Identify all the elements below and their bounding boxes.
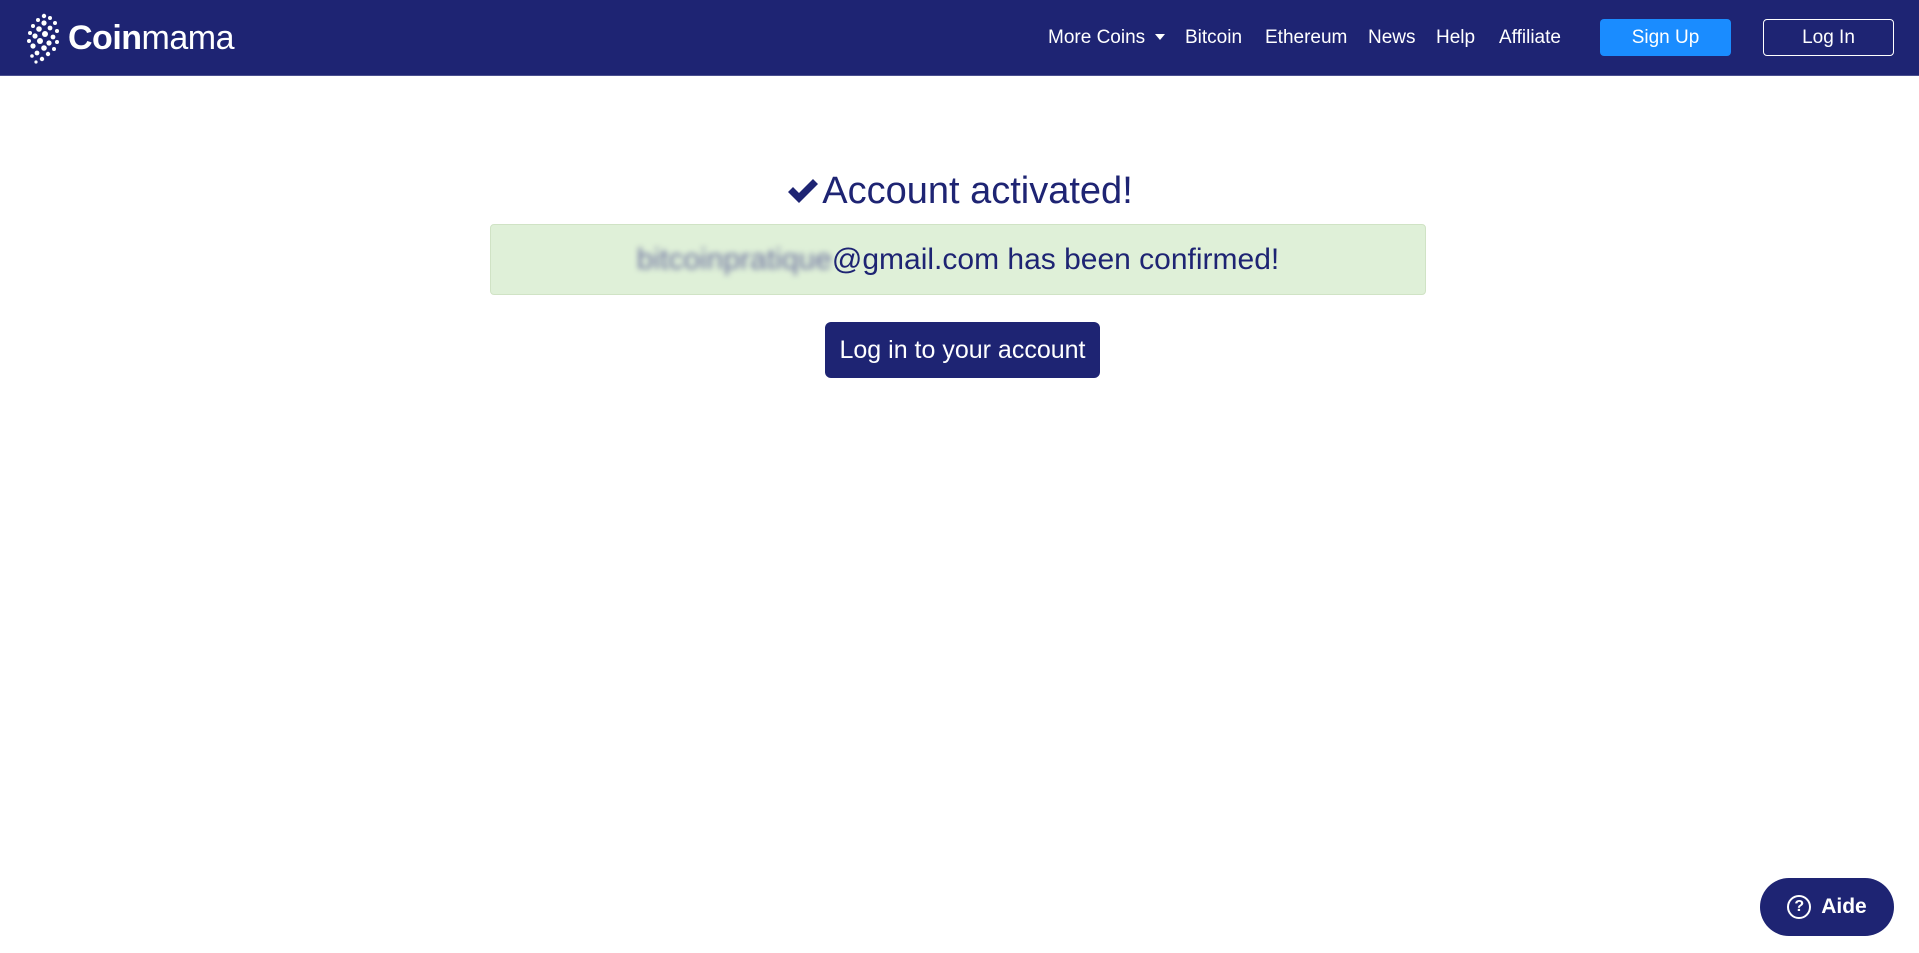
- nav-item-help[interactable]: Help: [1436, 27, 1475, 49]
- confirmation-alert: bitcoinpratique @gmail.com has been confi…: [490, 224, 1426, 295]
- nav-item-news[interactable]: News: [1368, 27, 1416, 49]
- chevron-down-icon: [1155, 34, 1166, 41]
- log-in-to-account-button[interactable]: Log in to your account: [825, 322, 1100, 378]
- top-navbar: Coinmama More Coins Bitcoin Ethereum New…: [0, 0, 1919, 76]
- nav-item-bitcoin[interactable]: Bitcoin: [1185, 27, 1242, 49]
- logo-text-regular: mama: [141, 19, 235, 57]
- nav-item-label: Bitcoin: [1185, 26, 1243, 48]
- coinmama-logo[interactable]: Coinmama: [24, 12, 235, 64]
- logo-wordmark: Coinmama: [68, 19, 235, 57]
- nav-item-label: Help: [1436, 26, 1476, 48]
- help-widget-button[interactable]: ? Aide: [1760, 878, 1894, 936]
- nav-item-label: More Coins: [1048, 26, 1146, 48]
- logo-text-bold: Coin: [68, 19, 142, 57]
- log-in-button[interactable]: Log In: [1763, 19, 1894, 56]
- nav-item-affiliate[interactable]: Affiliate: [1499, 27, 1561, 49]
- question-icon: ?: [1787, 895, 1812, 919]
- page-title-text: Account activated!: [822, 170, 1133, 212]
- nav-item-label: News: [1368, 26, 1416, 48]
- nav-item-more-coins[interactable]: More Coins: [1048, 26, 1166, 49]
- page-title: Account activated!: [0, 165, 1919, 217]
- logo-mark-icon: [27, 13, 59, 64]
- email-local-part-redacted: bitcoinpratique: [636, 242, 832, 276]
- check-icon: [788, 179, 819, 203]
- help-widget-label: Aide: [1821, 895, 1867, 918]
- nav-item-ethereum[interactable]: Ethereum: [1265, 27, 1347, 49]
- confirmation-message: @gmail.com has been confirmed!: [831, 242, 1280, 276]
- nav-item-label: Ethereum: [1265, 26, 1348, 48]
- sign-up-button[interactable]: Sign Up: [1600, 19, 1731, 56]
- nav-item-label: Affiliate: [1499, 26, 1561, 48]
